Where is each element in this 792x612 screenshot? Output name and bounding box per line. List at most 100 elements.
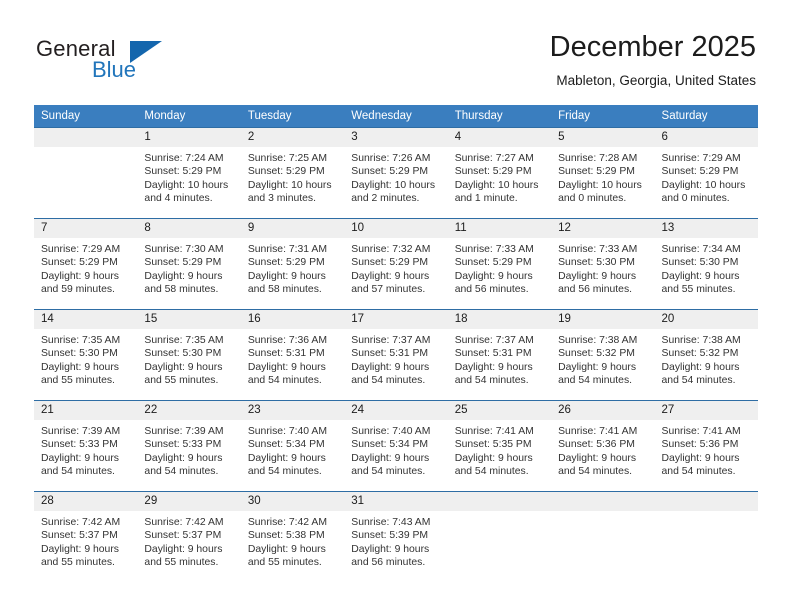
day-cell[interactable]: 19 Sunrise: 7:38 AM Sunset: 5:32 PM Dayligh… <box>551 309 655 401</box>
day-cell[interactable]: 29 Sunrise: 7:42 AM Sunset: 5:37 PM Dayligh… <box>137 491 241 582</box>
day-number: 21 <box>34 401 138 420</box>
general-blue-logo[interactable]: General Blue <box>36 36 216 84</box>
calendar-header-row: Sunday Monday Tuesday Wednesday Thursday Frid… <box>34 105 758 128</box>
sunrise-text: Sunrise: 7:31 AM <box>247 244 327 255</box>
day-details: Sunrise: 7:42 AM Sunset: 5:37 PM Daylight:… <box>34 511 137 570</box>
sunrise-text: Sunrise: 7:37 AM <box>454 335 534 346</box>
calendar-body: 1 Sunrise: 7:24 AM Sunset: 5:29 PM Daylight… <box>34 127 758 582</box>
day-cell[interactable]: 28 Sunrise: 7:42 AM Sunset: 5:37 PM Dayligh… <box>34 491 138 582</box>
daylight-text-line1: Daylight: 10 hours <box>558 179 642 191</box>
daylight-text-line2: and 0 minutes. <box>558 193 627 205</box>
day-number: 11 <box>447 219 552 238</box>
daylight-text-line1: Daylight: 10 hours <box>351 179 436 191</box>
day-number: 23 <box>240 401 345 420</box>
day-cell[interactable]: 25 Sunrise: 7:41 AM Sunset: 5:35 PM Dayligh… <box>447 400 552 492</box>
calendar-week-row: 14 Sunrise: 7:35 AM Sunset: 5:30 PM Dayligh… <box>34 309 758 401</box>
day-cell-empty <box>551 491 655 582</box>
day-cell[interactable]: 27 Sunrise: 7:41 AM Sunset: 5:36 PM Dayligh… <box>654 400 758 492</box>
sunset-text: Sunset: 5:31 PM <box>454 348 532 360</box>
sunset-text: Sunset: 5:32 PM <box>661 348 739 360</box>
daylight-text-line2: and 56 minutes. <box>351 557 426 569</box>
day-cell[interactable]: 11 Sunrise: 7:33 AM Sunset: 5:29 PM Dayligh… <box>447 218 552 310</box>
day-cell[interactable]: 31 Sunrise: 7:43 AM Sunset: 5:39 PM Dayligh… <box>344 491 448 582</box>
day-number: 8 <box>137 219 241 238</box>
page-subtitle: Mableton, Georgia, United States <box>556 73 756 88</box>
day-cell-empty <box>447 491 552 582</box>
sunrise-text: Sunrise: 7:42 AM <box>247 517 327 528</box>
day-number <box>447 492 552 511</box>
sunrise-text: Sunrise: 7:39 AM <box>41 426 121 437</box>
day-number: 13 <box>654 219 758 238</box>
sunrise-text: Sunrise: 7:41 AM <box>558 426 638 437</box>
daylight-text-line1: Daylight: 9 hours <box>351 452 430 464</box>
sunset-text: Sunset: 5:29 PM <box>41 257 118 269</box>
day-details: Sunrise: 7:33 AM Sunset: 5:30 PM Daylight:… <box>551 238 654 297</box>
day-cell[interactable]: 3 Sunrise: 7:26 AM Sunset: 5:29 PM Daylight… <box>344 127 448 219</box>
day-cell[interactable]: 13 Sunrise: 7:34 AM Sunset: 5:30 PM Dayligh… <box>654 218 758 310</box>
day-cell[interactable]: 20 Sunrise: 7:38 AM Sunset: 5:32 PM Dayligh… <box>654 309 758 401</box>
day-cell[interactable]: 24 Sunrise: 7:40 AM Sunset: 5:34 PM Dayligh… <box>344 400 448 492</box>
daylight-text-line2: and 57 minutes. <box>351 284 426 296</box>
day-details: Sunrise: 7:42 AM Sunset: 5:37 PM Daylight:… <box>137 511 240 570</box>
day-cell[interactable]: 30 Sunrise: 7:42 AM Sunset: 5:38 PM Dayligh… <box>240 491 345 582</box>
daylight-text-line1: Daylight: 9 hours <box>454 452 533 464</box>
daylight-text-line1: Daylight: 9 hours <box>661 270 740 282</box>
day-number: 2 <box>240 128 345 147</box>
day-cell[interactable]: 15 Sunrise: 7:35 AM Sunset: 5:30 PM Dayligh… <box>137 309 241 401</box>
daylight-text-line2: and 59 minutes. <box>41 284 115 296</box>
daylight-text-line1: Daylight: 9 hours <box>144 543 223 555</box>
day-details: Sunrise: 7:40 AM Sunset: 5:34 PM Daylight:… <box>344 420 447 479</box>
day-details: Sunrise: 7:41 AM Sunset: 5:36 PM Daylight:… <box>655 420 758 479</box>
sunrise-text: Sunrise: 7:41 AM <box>661 426 741 437</box>
day-number: 25 <box>447 401 552 420</box>
sunset-text: Sunset: 5:29 PM <box>351 166 429 178</box>
day-details: Sunrise: 7:39 AM Sunset: 5:33 PM Daylight:… <box>137 420 240 479</box>
daylight-text-line2: and 54 minutes. <box>351 466 426 478</box>
day-cell[interactable]: 10 Sunrise: 7:32 AM Sunset: 5:29 PM Dayligh… <box>344 218 448 310</box>
sunrise-sunset-calendar: Sunday Monday Tuesday Wednesday Thursday Frid… <box>34 105 758 582</box>
day-cell[interactable]: 2 Sunrise: 7:25 AM Sunset: 5:29 PM Daylight… <box>240 127 345 219</box>
day-cell[interactable]: 14 Sunrise: 7:35 AM Sunset: 5:30 PM Dayligh… <box>34 309 138 401</box>
day-cell[interactable]: 23 Sunrise: 7:40 AM Sunset: 5:34 PM Dayligh… <box>240 400 345 492</box>
day-details: Sunrise: 7:40 AM Sunset: 5:34 PM Daylight:… <box>241 420 344 479</box>
day-number <box>654 492 758 511</box>
sunset-text: Sunset: 5:33 PM <box>41 439 118 451</box>
day-number: 6 <box>654 128 758 147</box>
daylight-text-line1: Daylight: 9 hours <box>247 452 326 464</box>
sunrise-text: Sunrise: 7:24 AM <box>144 153 224 164</box>
day-cell[interactable]: 4 Sunrise: 7:27 AM Sunset: 5:29 PM Daylight… <box>447 127 552 219</box>
sunrise-text: Sunrise: 7:43 AM <box>351 517 431 528</box>
daylight-text-line1: Daylight: 9 hours <box>41 452 119 464</box>
title-block: December 2025 Mableton, Georgia, United … <box>550 28 756 89</box>
sunrise-text: Sunrise: 7:41 AM <box>454 426 534 437</box>
day-number: 17 <box>344 310 448 329</box>
day-cell[interactable]: 18 Sunrise: 7:37 AM Sunset: 5:31 PM Dayligh… <box>447 309 552 401</box>
daylight-text-line1: Daylight: 10 hours <box>454 179 539 191</box>
day-number: 14 <box>34 310 138 329</box>
sunrise-text: Sunrise: 7:28 AM <box>558 153 638 164</box>
day-cell[interactable]: 1 Sunrise: 7:24 AM Sunset: 5:29 PM Daylight… <box>137 127 241 219</box>
sunset-text: Sunset: 5:29 PM <box>144 257 222 269</box>
day-cell[interactable]: 8 Sunrise: 7:30 AM Sunset: 5:29 PM Daylight… <box>137 218 241 310</box>
sunrise-text: Sunrise: 7:34 AM <box>661 244 741 255</box>
daylight-text-line2: and 1 minute. <box>454 193 518 205</box>
day-cell[interactable]: 21 Sunrise: 7:39 AM Sunset: 5:33 PM Dayligh… <box>34 400 138 492</box>
daylight-text-line2: and 54 minutes. <box>144 466 219 478</box>
day-cell[interactable]: 9 Sunrise: 7:31 AM Sunset: 5:29 PM Daylight… <box>240 218 345 310</box>
day-cell-empty <box>654 491 758 582</box>
day-cell[interactable]: 6 Sunrise: 7:29 AM Sunset: 5:29 PM Daylight… <box>654 127 758 219</box>
day-cell[interactable]: 26 Sunrise: 7:41 AM Sunset: 5:36 PM Dayligh… <box>551 400 655 492</box>
day-cell[interactable]: 16 Sunrise: 7:36 AM Sunset: 5:31 PM Dayligh… <box>240 309 345 401</box>
day-cell[interactable]: 5 Sunrise: 7:28 AM Sunset: 5:29 PM Daylight… <box>551 127 655 219</box>
daylight-text-line2: and 55 minutes. <box>41 557 115 569</box>
day-cell[interactable]: 12 Sunrise: 7:33 AM Sunset: 5:30 PM Dayligh… <box>551 218 655 310</box>
weekday-header-thursday: Thursday <box>447 105 552 128</box>
day-number: 7 <box>34 219 138 238</box>
day-cell[interactable]: 7 Sunrise: 7:29 AM Sunset: 5:29 PM Daylight… <box>34 218 138 310</box>
day-cell[interactable]: 22 Sunrise: 7:39 AM Sunset: 5:33 PM Dayligh… <box>137 400 241 492</box>
daylight-text-line2: and 55 minutes. <box>247 557 322 569</box>
day-cell[interactable]: 17 Sunrise: 7:37 AM Sunset: 5:31 PM Dayligh… <box>344 309 448 401</box>
day-details: Sunrise: 7:35 AM Sunset: 5:30 PM Daylight:… <box>137 329 240 388</box>
sunrise-text: Sunrise: 7:42 AM <box>144 517 224 528</box>
daylight-text-line2: and 54 minutes. <box>661 466 736 478</box>
